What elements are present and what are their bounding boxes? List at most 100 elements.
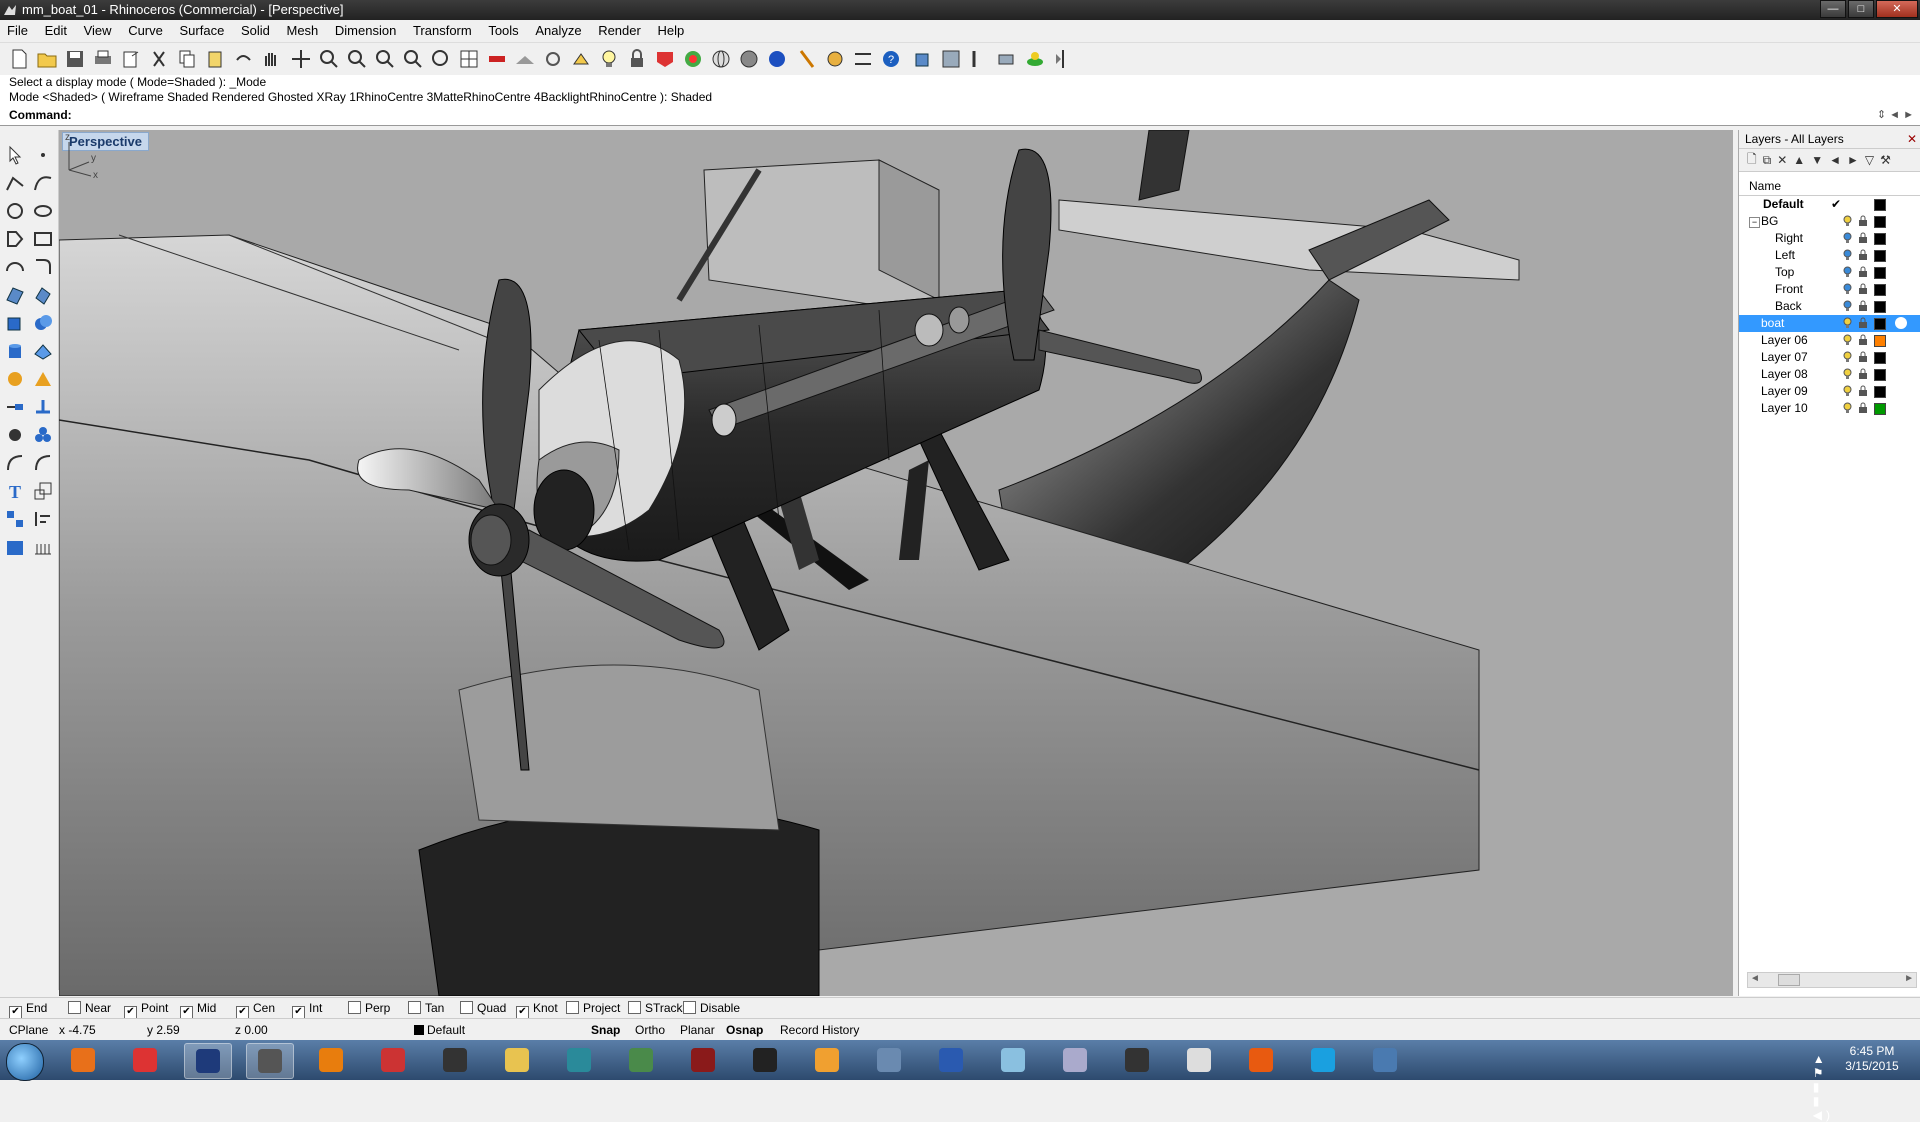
folder-taskbar-button[interactable] [494,1043,540,1077]
layer-color-swatch[interactable] [1874,250,1886,262]
notes-taskbar-button[interactable] [990,1043,1036,1077]
sketchup-taskbar-button[interactable] [370,1043,416,1077]
help-icon[interactable]: ? [880,48,902,70]
menu-curve[interactable]: Curve [121,20,169,38]
record-history-toggle[interactable]: Record History [780,1023,859,1037]
layer-color-swatch[interactable] [1874,369,1886,381]
print-icon[interactable] [92,48,114,70]
layer-row[interactable]: Right [1739,230,1920,247]
arc-icon[interactable] [4,256,26,278]
visibility-bulb-icon[interactable] [1843,368,1852,380]
vlc-taskbar-button[interactable] [804,1043,850,1077]
substance-taskbar-button[interactable] [618,1043,664,1077]
visibility-bulb-icon[interactable] [1843,385,1852,397]
word-taskbar-button[interactable] [928,1043,974,1077]
lock-icon[interactable] [1858,385,1868,397]
visibility-bulb-icon[interactable] [1843,300,1852,312]
layer-row[interactable]: Front [1739,281,1920,298]
zoom-selected-icon[interactable] [402,48,424,70]
layer-color-swatch[interactable] [1874,318,1886,330]
fillet-icon[interactable] [32,256,54,278]
align-icon[interactable] [32,508,54,530]
dimension-icon[interactable] [852,48,874,70]
export-icon[interactable] [120,48,142,70]
visibility-bulb-icon[interactable] [1843,402,1852,414]
layer-color-swatch[interactable] [1874,335,1886,347]
select-all-icon[interactable] [570,48,592,70]
osnap-end[interactable]: ✔ End [9,1001,47,1019]
move-down-icon[interactable]: ▼ [1811,153,1823,167]
delete-layer-icon[interactable]: ✕ [1777,153,1787,167]
pan-hand-icon[interactable] [260,48,282,70]
join-icon[interactable] [32,396,54,418]
lock-icon[interactable] [1858,334,1868,346]
box-solid-icon[interactable] [4,312,26,334]
cut-icon[interactable] [148,48,170,70]
rotate-icon[interactable] [32,452,54,474]
object-properties-icon[interactable] [654,48,676,70]
rhino-tools-taskbar-button[interactable] [866,1043,912,1077]
start-button[interactable] [6,1043,44,1081]
layer-row[interactable]: Layer 08 [1739,366,1920,383]
explode-icon[interactable] [4,424,26,446]
layer-row[interactable]: Default ✔ [1739,196,1920,213]
osnap-near[interactable]: Near [68,1001,111,1015]
chrome-taskbar-button[interactable] [122,1043,168,1077]
paste-icon[interactable] [204,48,226,70]
named-views-icon[interactable] [996,48,1018,70]
viewport-layout-icon[interactable] [940,48,962,70]
tray-icons[interactable]: ▲ ⚑ ▮ ▮ ◀) [1813,1052,1834,1122]
clock[interactable]: 6:45 PM 3/15/2015 [1842,1044,1902,1074]
menu-surface[interactable]: Surface [173,20,231,38]
menu-mesh[interactable]: Mesh [279,20,324,38]
visibility-bulb-icon[interactable] [1843,351,1852,363]
select-arrow-icon[interactable] [4,144,26,166]
scroll-thumb[interactable] [1778,974,1800,986]
menu-solid[interactable]: Solid [234,20,276,38]
circle-icon[interactable] [4,200,26,222]
menu-render[interactable]: Render [591,20,647,38]
ortho-toggle[interactable]: Ortho [635,1023,665,1037]
keyshot-taskbar-button[interactable] [1114,1043,1160,1077]
checkbox[interactable] [408,1001,421,1014]
lock-icon[interactable] [1858,232,1868,244]
rhino-taskbar-button[interactable] [246,1043,294,1079]
layer-color-swatch[interactable] [1874,352,1886,364]
curve-icon[interactable] [32,172,54,194]
layer-row[interactable]: boat [1739,315,1920,332]
osnap-knot[interactable]: ✔ Knot [516,1001,558,1019]
lock-icon[interactable] [1858,215,1868,227]
lock-icon[interactable] [1858,249,1868,261]
osnap-int[interactable]: ✔ Int [292,1001,322,1019]
render-mesh-icon[interactable] [1024,48,1046,70]
menu-file[interactable]: File [0,20,34,38]
mesh-icon[interactable] [32,340,54,362]
minimize-button[interactable]: — [1820,0,1846,18]
firefox-taskbar-button[interactable] [60,1043,106,1077]
osnap-quad[interactable]: Quad [460,1001,506,1015]
array-icon[interactable] [4,508,26,530]
visibility-bulb-icon[interactable] [1843,266,1852,278]
grid-snap-icon[interactable] [32,536,54,558]
new-layer-icon[interactable]: 🗋 [1747,150,1757,171]
layer-row[interactable]: Left [1739,247,1920,264]
current-layer-check-icon[interactable]: ✔ [1831,196,1841,213]
osnap-cen[interactable]: ✔ Cen [236,1001,275,1019]
osnap-strack[interactable]: STrack [628,1001,683,1015]
visibility-bulb-icon[interactable] [1843,283,1852,295]
layer-row[interactable]: Layer 09 [1739,383,1920,400]
layer-color-swatch[interactable] [1874,386,1886,398]
calculator-taskbar-button[interactable] [1052,1043,1098,1077]
checkbox[interactable] [348,1001,361,1014]
lock-icon[interactable] [1858,300,1868,312]
menu-dimension[interactable]: Dimension [328,20,402,38]
layer-row[interactable]: − BG [1739,213,1920,230]
layout-icon[interactable] [4,536,26,558]
shaded-sphere-icon[interactable] [738,48,760,70]
tools-wrench-icon[interactable]: ⚒ [1880,153,1891,167]
layer-row[interactable]: Layer 10 [1739,400,1920,417]
copy-icon[interactable] [176,48,198,70]
lock-icon[interactable] [1858,351,1868,363]
maya-taskbar-button[interactable] [556,1043,602,1077]
point-icon[interactable] [32,144,54,166]
